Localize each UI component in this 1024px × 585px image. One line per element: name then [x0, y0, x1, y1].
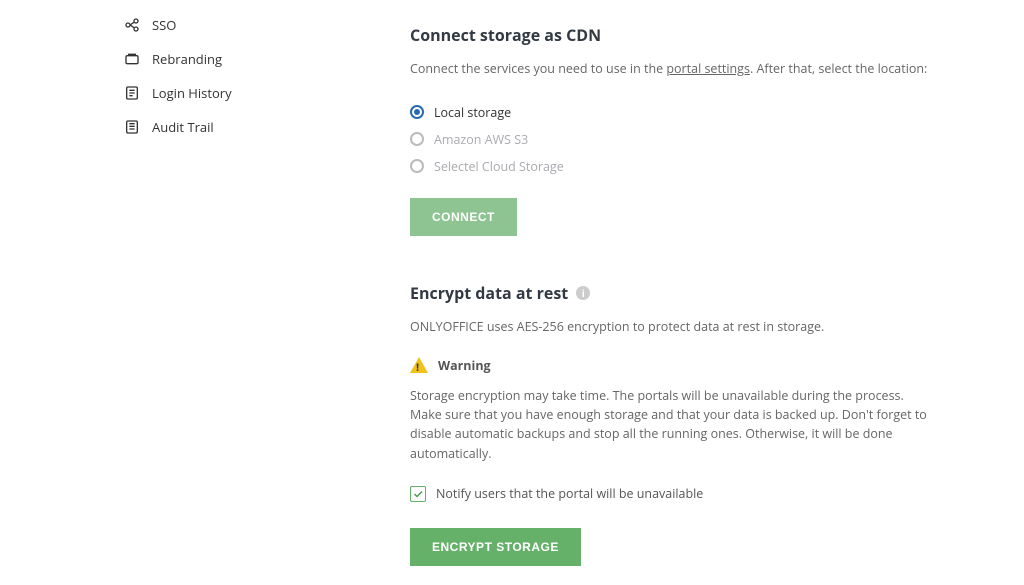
cdn-section: Connect storage as CDN Connect the servi… — [410, 24, 984, 236]
sidebar-item-label: Audit Trail — [152, 118, 214, 136]
radio-icon — [410, 132, 424, 146]
main-content: Connect storage as CDN Connect the servi… — [380, 0, 1024, 585]
connect-button[interactable]: Connect — [410, 198, 517, 236]
rebranding-icon — [124, 51, 140, 67]
warning-text: Storage encryption may take time. The po… — [410, 386, 930, 464]
sidebar-item-label: Login History — [152, 84, 232, 102]
warning-header: Warning — [410, 357, 984, 374]
storage-radio-group: Local storage Amazon AWS S3 Selectel Clo… — [410, 99, 984, 180]
sidebar-item-sso[interactable]: SSO — [124, 8, 380, 42]
sidebar-item-rebranding[interactable]: Rebranding — [124, 42, 380, 76]
notify-checkbox-label: Notify users that the portal will be una… — [436, 485, 703, 502]
notify-checkbox-row[interactable]: Notify users that the portal will be una… — [410, 485, 984, 502]
radio-label: Local storage — [434, 104, 511, 121]
encrypt-description: ONLYOFFICE uses AES-256 encryption to pr… — [410, 318, 984, 337]
audit-trail-icon — [124, 119, 140, 135]
login-history-icon — [124, 85, 140, 101]
radio-icon — [410, 159, 424, 173]
sidebar-item-login-history[interactable]: Login History — [124, 76, 380, 110]
radio-selectel[interactable]: Selectel Cloud Storage — [410, 153, 984, 180]
radio-label: Amazon AWS S3 — [434, 131, 528, 148]
encrypt-title: Encrypt data at rest — [410, 282, 568, 304]
radio-amazon-s3[interactable]: Amazon AWS S3 — [410, 126, 984, 153]
checkbox-icon — [410, 486, 426, 502]
sidebar: SSO Rebranding Login History Audit Trail — [0, 0, 380, 585]
warning-icon — [410, 357, 428, 373]
sidebar-item-label: SSO — [152, 16, 176, 34]
encrypt-section: Encrypt data at rest i ONLYOFFICE uses A… — [410, 282, 984, 566]
sidebar-item-label: Rebranding — [152, 50, 222, 68]
encrypt-storage-button[interactable]: Encrypt storage — [410, 528, 581, 566]
info-icon[interactable]: i — [576, 286, 590, 300]
portal-settings-link[interactable]: portal settings — [666, 60, 750, 77]
warning-label: Warning — [438, 357, 491, 374]
radio-icon — [410, 105, 424, 119]
sso-icon — [124, 17, 140, 33]
cdn-description: Connect the services you need to use in … — [410, 60, 984, 79]
radio-label: Selectel Cloud Storage — [434, 158, 564, 175]
sidebar-item-audit-trail[interactable]: Audit Trail — [124, 110, 380, 144]
cdn-title: Connect storage as CDN — [410, 24, 984, 46]
radio-local-storage[interactable]: Local storage — [410, 99, 984, 126]
